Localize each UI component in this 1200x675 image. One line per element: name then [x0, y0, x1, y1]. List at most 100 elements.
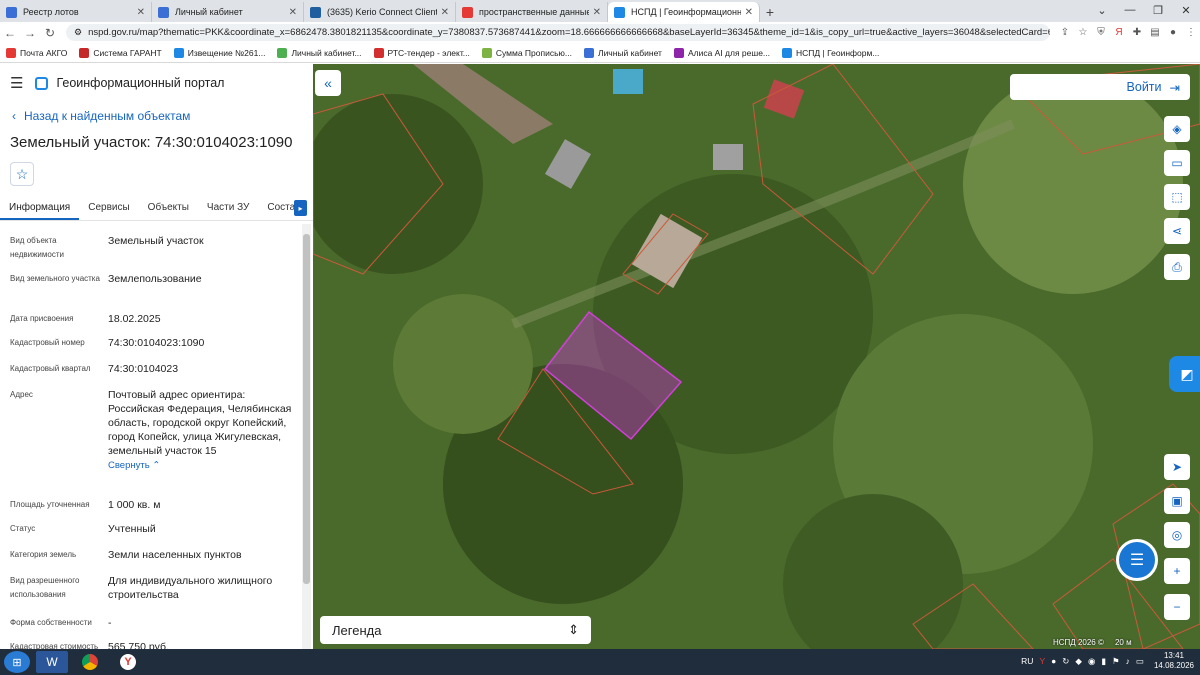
menu-icon[interactable]: ☰ [10, 74, 23, 92]
windows-start-icon[interactable]: ⊞ [4, 651, 30, 673]
map-attribution: НСПД 2026 © 20 м [1053, 638, 1132, 647]
collapse-panel-button[interactable]: « [315, 70, 341, 96]
chevron-up-icon: ⌃ [152, 460, 161, 471]
close-icon[interactable]: ✕ [745, 7, 753, 18]
tab-favicon-icon [614, 6, 625, 18]
favorite-button[interactable]: ☆ [10, 162, 34, 186]
app-tray-icon[interactable]: ◆ [1075, 656, 1082, 667]
satellite-imagery [313, 64, 1200, 649]
shield-tray-icon[interactable]: ◉ [1088, 656, 1095, 667]
bookmark-favicon-icon [6, 47, 16, 58]
tab-objects[interactable]: Объекты [139, 197, 198, 220]
reload-icon[interactable]: ↻ [40, 26, 60, 40]
tabs-scroll-right-icon[interactable]: ▸ [294, 200, 307, 216]
bookmark-favicon-icon [782, 47, 793, 58]
assistant-icon: ◩ [1180, 365, 1194, 382]
bookmark-star-icon[interactable]: ☆ [1074, 27, 1092, 38]
bookmark-item[interactable]: Извещение №261... [173, 47, 265, 58]
forward-icon[interactable]: → [20, 26, 40, 40]
back-icon[interactable]: ← [0, 26, 20, 40]
antivirus-tray-icon[interactable]: ● [1051, 656, 1056, 666]
bookmark-item[interactable]: Личный кабинет [583, 47, 662, 58]
browser-tab-1[interactable]: Реестр лотов ✕ [0, 2, 152, 22]
close-window-icon[interactable]: ✕ [1172, 0, 1200, 20]
scrollbar-thumb[interactable] [303, 234, 310, 584]
system-tray: RU Y ● ↻ ◆ ◉ ▮ ⚑ ♪ ▭ 13:41 14.08.2026 [1021, 651, 1194, 671]
assistant-button[interactable]: ◩ [1169, 356, 1200, 392]
browser-tab-2[interactable]: Личный кабинет ✕ [152, 2, 304, 22]
bookmark-item[interactable]: Сумма Прописью... [481, 47, 572, 58]
volume-tray-icon[interactable]: ♪ [1126, 656, 1130, 666]
url-field[interactable]: ⚙ nspd.gov.ru/map?thematic=PKK&coordinate… [66, 24, 1050, 41]
bookmark-favicon-icon [481, 47, 492, 58]
system-clock[interactable]: 13:41 14.08.2026 [1154, 651, 1194, 671]
chat-button[interactable]: ☰ [1116, 539, 1158, 581]
close-icon[interactable]: ✕ [289, 7, 297, 18]
site-info-icon[interactable]: ⚙ [74, 27, 82, 38]
chrome-taskbar-icon[interactable] [74, 651, 106, 673]
shield-icon[interactable]: ⛨ [1092, 27, 1110, 38]
battery-tray-icon[interactable]: ▭ [1136, 656, 1144, 667]
share-button[interactable]: ⋖ [1164, 218, 1190, 244]
avatar[interactable]: ● [1164, 27, 1182, 38]
share-icon[interactable]: ⇪ [1056, 27, 1074, 38]
bookmark-item[interactable]: Личный кабинет... [277, 47, 362, 58]
zoom-out-button[interactable]: − [1164, 594, 1190, 620]
maximize-icon[interactable]: ❐ [1144, 0, 1172, 20]
language-indicator[interactable]: RU [1021, 656, 1033, 666]
tab-favicon-icon [462, 6, 473, 18]
chevron-down-icon[interactable]: ⌄ [1088, 0, 1116, 20]
select-area-button[interactable]: ⬚ [1164, 184, 1190, 210]
portal-title: Геоинформационный портал [56, 76, 225, 90]
puzzle-icon[interactable]: ✚ [1128, 27, 1146, 38]
layers-button[interactable]: ◈ [1164, 116, 1190, 142]
yandex-extension-icon[interactable]: Я [1110, 27, 1128, 38]
map-scale: 20 м [1114, 638, 1132, 647]
flag-tray-icon[interactable]: ⚑ [1112, 656, 1120, 667]
network-tray-icon[interactable]: ▮ [1101, 656, 1106, 667]
bookmark-favicon-icon [673, 47, 684, 58]
bookmark-item[interactable]: Алиса AI для реше... [673, 47, 770, 58]
page-title: Земельный участок: 74:30:0104023:1090 [10, 134, 293, 151]
yandex-tray-icon[interactable]: Y [1039, 656, 1045, 666]
info-sidebar: ☰ Геоинформационный портал ‹ Назад к найд… [0, 64, 313, 649]
close-icon[interactable]: ✕ [593, 7, 601, 18]
sync-tray-icon[interactable]: ↻ [1062, 656, 1069, 667]
minimap-icon: ▣ [1171, 494, 1183, 508]
tab-parts[interactable]: Части ЗУ [198, 197, 258, 220]
yandex-taskbar-icon[interactable]: Y [112, 651, 144, 673]
menu-dots-icon[interactable]: ⋮ [1182, 27, 1200, 38]
browser-tab-4[interactable]: пространственные данные росс✕ [456, 2, 608, 22]
close-icon[interactable]: ✕ [137, 7, 145, 18]
collapse-link[interactable]: Свернуть ⌃ [108, 459, 294, 473]
sidebar-scrollbar[interactable] [302, 224, 311, 649]
chevron-left-icon: ‹ [12, 109, 16, 123]
map-view[interactable]: « Войти ⇥ ◈ ▭ ⬚ ⋖ ⎙ ◩ ➤ ▣ ◎ + − ☰ Легенда… [313, 64, 1200, 649]
print-button[interactable]: ⎙ [1164, 254, 1190, 280]
close-icon[interactable]: ✕ [441, 7, 449, 18]
bookmark-item[interactable]: Система ГАРАНТ [79, 47, 162, 58]
my-location-button[interactable]: ➤ [1164, 454, 1190, 480]
bookmark-favicon-icon [583, 47, 594, 58]
printer-icon: ⎙ [1172, 259, 1182, 274]
minimap-button[interactable]: ▣ [1164, 488, 1190, 514]
new-tab-button[interactable]: + [760, 2, 780, 22]
sidepanel-icon[interactable]: ▤ [1146, 27, 1164, 38]
legend-dropdown[interactable]: Легенда ⇕ [320, 616, 591, 644]
browser-tab-5[interactable]: НСПД | Геоинформационный п✕ [608, 2, 760, 22]
back-to-results-link[interactable]: ‹ Назад к найденным объектам [12, 109, 190, 123]
bookmarks-bar: Почта АКГО Система ГАРАНТ Извещение №261… [0, 43, 1200, 63]
login-button[interactable]: Войти ⇥ [1010, 74, 1190, 100]
zoom-in-button[interactable]: + [1164, 558, 1190, 584]
bookmark-item[interactable]: НСПД | Геоинформ... [782, 47, 879, 58]
word-taskbar-icon[interactable]: W [36, 651, 68, 673]
bookmark-item[interactable]: РТС-тендер - элект... [373, 47, 470, 58]
tab-info[interactable]: Информация [0, 197, 80, 220]
tab-services[interactable]: Сервисы [79, 197, 138, 220]
bookmark-item[interactable]: Почта АКГО [6, 47, 67, 58]
minimize-icon[interactable]: — [1116, 0, 1144, 20]
measure-button[interactable]: ▭ [1164, 150, 1190, 176]
browser-tab-3[interactable]: (3635) Kerio Connect Client ✕ [304, 2, 456, 22]
search-location-button[interactable]: ◎ [1164, 522, 1190, 548]
bookmark-favicon-icon [79, 47, 90, 58]
